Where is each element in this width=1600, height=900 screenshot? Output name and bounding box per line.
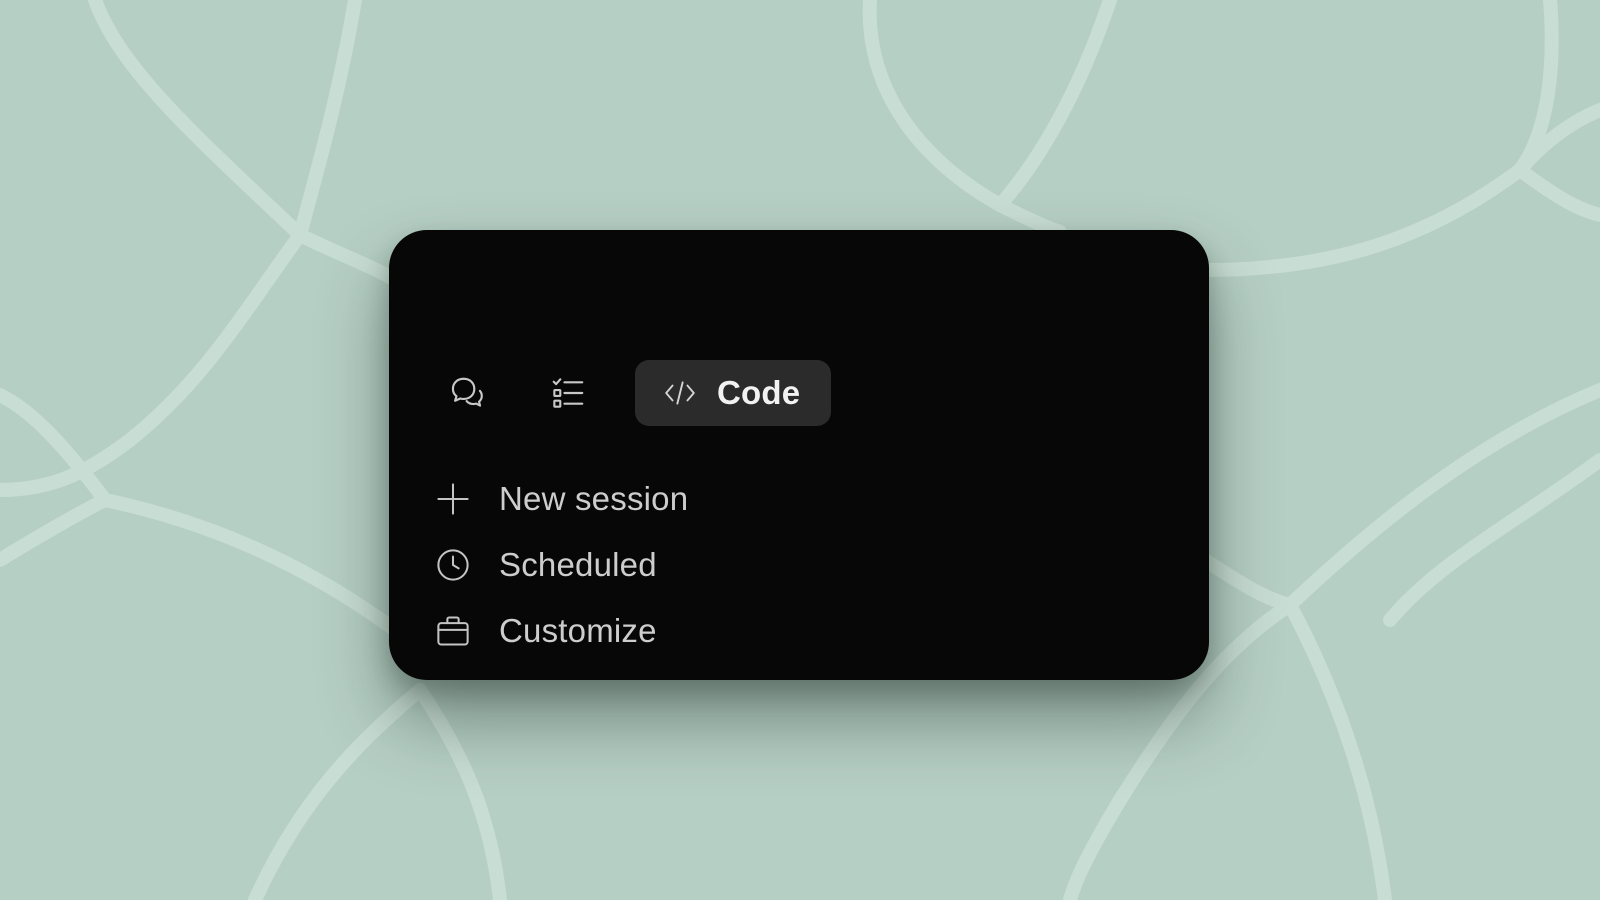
new-session-item[interactable]: New session [433, 466, 688, 532]
chat-bubbles-icon [451, 377, 483, 407]
new-session-label: New session [499, 480, 689, 517]
customize-label: Customize [499, 612, 657, 649]
session-menu: New session Scheduled Customize [433, 466, 688, 664]
app-menu-panel: Code New session Scheduled Customize [389, 230, 1209, 680]
customize-item[interactable]: Customize [433, 598, 688, 664]
code-brackets-icon [665, 381, 695, 405]
scheduled-label: Scheduled [499, 546, 657, 583]
briefcase-icon [433, 611, 473, 651]
tab-tasks[interactable] [541, 366, 595, 420]
mode-tab-bar: Code [439, 360, 831, 426]
scheduled-item[interactable]: Scheduled [433, 532, 688, 598]
checklist-icon [552, 378, 584, 408]
tab-chat[interactable] [439, 366, 493, 420]
tab-code-label: Code [717, 374, 801, 411]
tab-code[interactable]: Code [635, 360, 831, 426]
clock-icon [433, 545, 473, 585]
plus-icon [433, 479, 473, 519]
